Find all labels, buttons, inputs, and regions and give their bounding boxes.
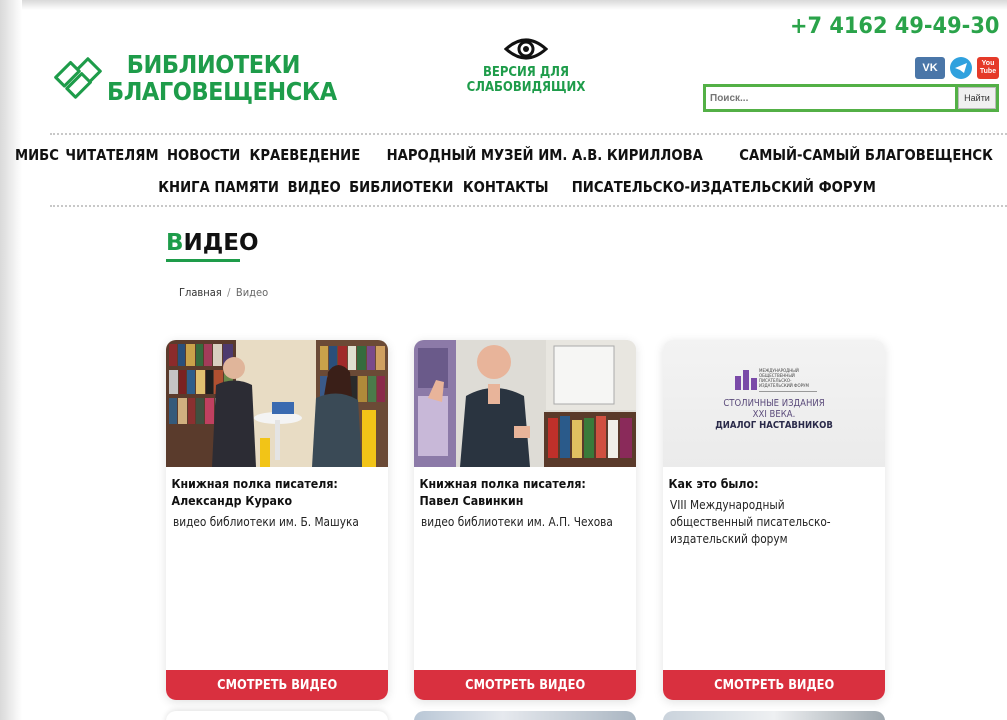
low-vision-link[interactable]: ВЕРСИЯ ДЛЯ СЛАБОВИДЯЩИХ bbox=[456, 35, 596, 95]
video-card-description: видео библиотеки им. Б. Машука bbox=[173, 515, 359, 529]
forum-title-line2: XXI ВЕКА. bbox=[752, 409, 796, 420]
nav-item-contacts[interactable]: КОНТАКТЫ bbox=[463, 178, 549, 196]
window-shadow-top bbox=[0, 0, 1007, 10]
low-vision-line2: СЛАБОВИДЯЩИХ bbox=[466, 80, 586, 95]
nav-item-mibs[interactable]: МИБС bbox=[15, 146, 59, 164]
telegram-icon[interactable] bbox=[950, 57, 972, 79]
phone-number[interactable]: +7 4162 49-49-30 bbox=[790, 14, 999, 39]
page: БИБЛИОТЕКИ БЛАГОВЕЩЕНСКА ВЕРСИЯ ДЛЯ СЛАБ… bbox=[0, 0, 1007, 720]
logo-title-line2: БЛАГОВЕЩЕНСКА bbox=[106, 76, 337, 106]
forum-logo-icon bbox=[735, 370, 757, 390]
nav-item-museum[interactable]: НАРОДНЫЙ МУЗЕЙ ИМ. А.В. КИРИЛЛОВА bbox=[387, 146, 703, 164]
vk-icon[interactable]: VK bbox=[915, 57, 945, 79]
nav-item-libraries[interactable]: БИБЛИОТЕКИ bbox=[349, 178, 453, 196]
eye-icon bbox=[504, 38, 548, 60]
nav-item-video[interactable]: ВИДЕО bbox=[288, 178, 341, 196]
video-card[interactable]: МЕЖДУНАРОДНЫЙ ОБЩЕСТВЕННЫЙ ПИСАТЕЛЬСКО-И… bbox=[663, 340, 885, 700]
watch-video-button-label: СМОТРЕТЬ ВИДЕО bbox=[713, 677, 835, 693]
youtube-label-bottom: Tube bbox=[979, 68, 997, 75]
video-thumbnail[interactable]: МЕЖДУНАРОДНЫЙ ОБЩЕСТВЕННЫЙ ПИСАТЕЛЬСКО-И… bbox=[663, 340, 885, 467]
video-card-title[interactable]: Книжная полка писателя: Павел Савинкин bbox=[414, 467, 626, 510]
logo-book-icon bbox=[54, 56, 102, 99]
video-card[interactable]: Книжная полка писателя: Александр Курако… bbox=[166, 340, 388, 700]
nav-divider-top bbox=[50, 133, 1007, 135]
video-card-description: видео библиотеки им. А.П. Чехова bbox=[421, 515, 613, 529]
nav-item-memory-book[interactable]: КНИГА ПАМЯТИ bbox=[158, 178, 279, 196]
page-title: ВИДЕО bbox=[166, 230, 259, 256]
low-vision-line1: ВЕРСИЯ ДЛЯ bbox=[482, 65, 570, 80]
video-card-next-row[interactable] bbox=[166, 711, 388, 720]
breadcrumb-home[interactable]: Главная bbox=[179, 286, 222, 299]
nav-item-news[interactable]: НОВОСТИ bbox=[167, 146, 240, 164]
youtube-label-top: You bbox=[981, 60, 995, 67]
video-thumbnail-image bbox=[166, 340, 388, 467]
video-card-description: VIII Международный общественный писатель… bbox=[670, 498, 831, 546]
video-thumbnail[interactable] bbox=[166, 340, 388, 467]
watch-video-button[interactable]: СМОТРЕТЬ ВИДЕО bbox=[414, 670, 636, 700]
search-input[interactable] bbox=[706, 87, 955, 109]
social-links: VK You Tube bbox=[915, 57, 999, 79]
breadcrumb-current: Видео bbox=[235, 286, 269, 299]
watch-video-button[interactable]: СМОТРЕТЬ ВИДЕО bbox=[663, 670, 885, 700]
forum-logo-caption: МЕЖДУНАРОДНЫЙ ОБЩЕСТВЕННЫЙ ПИСАТЕЛЬСКО-И… bbox=[759, 368, 809, 388]
page-title-first-letter: В bbox=[166, 230, 184, 256]
search-button[interactable]: Найти bbox=[958, 87, 996, 109]
nav-divider-bottom bbox=[50, 205, 1007, 207]
main-nav-row-1: МИБС ЧИТАТЕЛЯМ НОВОСТИ КРАЕВЕДЕНИЕ НАРОД… bbox=[0, 146, 1007, 164]
window-shadow-left bbox=[0, 0, 22, 720]
video-thumbnail[interactable] bbox=[414, 340, 636, 467]
video-card-next-row[interactable] bbox=[414, 711, 636, 720]
nav-item-local-history[interactable]: КРАЕВЕДЕНИЕ bbox=[250, 146, 361, 164]
video-card-next-row[interactable] bbox=[663, 711, 885, 720]
video-card-title[interactable]: Как это было: bbox=[663, 467, 875, 493]
search-form: Найти bbox=[703, 84, 999, 112]
breadcrumb: Главная / Видео bbox=[179, 286, 268, 299]
forum-title-line1: СТОЛИЧНЫЕ ИЗДАНИЯ bbox=[723, 398, 825, 409]
logo-title-line1: БИБЛИОТЕКИ bbox=[126, 49, 301, 79]
watch-video-button-label: СМОТРЕТЬ ВИДЕО bbox=[464, 677, 586, 693]
vk-label: VK bbox=[922, 62, 938, 74]
nav-item-blagoveshchensk[interactable]: САМЫЙ-САМЫЙ БЛАГОВЕЩЕНСК bbox=[739, 146, 993, 164]
video-thumbnail-image bbox=[414, 340, 636, 467]
watch-video-button[interactable]: СМОТРЕТЬ ВИДЕО bbox=[166, 670, 388, 700]
watch-video-button-label: СМОТРЕТЬ ВИДЕО bbox=[216, 677, 338, 693]
telegram-plane-icon bbox=[955, 63, 967, 73]
nav-item-forum[interactable]: ПИСАТЕЛЬСКО-ИЗДАТЕЛЬСКИЙ ФОРУМ bbox=[572, 178, 876, 196]
video-card[interactable]: Книжная полка писателя: Павел Савинкин в… bbox=[414, 340, 636, 700]
main-nav-row-2: КНИГА ПАМЯТИ ВИДЕО БИБЛИОТЕКИ КОНТАКТЫ П… bbox=[0, 178, 1007, 196]
page-title-rest: ИДЕО bbox=[183, 230, 259, 256]
youtube-icon[interactable]: You Tube bbox=[977, 57, 999, 79]
nav-item-readers[interactable]: ЧИТАТЕЛЯМ bbox=[66, 146, 159, 164]
page-title-underline bbox=[166, 259, 240, 262]
video-card-title[interactable]: Книжная полка писателя: Александр Курако bbox=[166, 467, 378, 510]
forum-title-line3: ДИАЛОГ НАСТАВНИКОВ bbox=[715, 420, 833, 431]
site-logo[interactable]: БИБЛИОТЕКИ БЛАГОВЕЩЕНСКА bbox=[52, 40, 362, 115]
breadcrumb-separator: / bbox=[227, 286, 231, 299]
